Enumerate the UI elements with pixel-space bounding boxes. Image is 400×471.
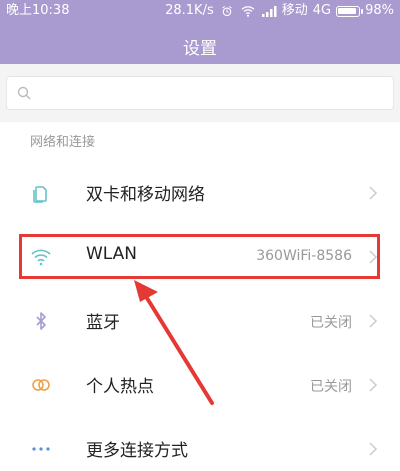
battery-icon	[336, 5, 364, 17]
setting-item-value: 360WiFi-8586	[256, 248, 352, 264]
hotspot-icon	[32, 379, 50, 391]
section-title: 网络和连接	[30, 135, 96, 150]
page-title: 设置	[183, 39, 217, 59]
setting-item-label: 蓝牙	[86, 313, 120, 333]
setting-item-bluetooth[interactable]: 蓝牙 已关闭	[0, 288, 400, 352]
status-time: 晚上10:38	[6, 3, 70, 18]
wifi-signal-icon	[241, 6, 255, 17]
setting-item-label: 更多连接方式	[86, 441, 188, 461]
bluetooth-icon	[36, 312, 46, 330]
chevron-right-icon	[369, 314, 378, 328]
alarm-icon	[221, 6, 232, 17]
status-right-group: 28.1K/s 移动 4G 98%	[165, 0, 394, 22]
setting-item-label: 个人热点	[86, 377, 154, 397]
search-icon	[17, 86, 31, 100]
search-input[interactable]	[39, 77, 379, 109]
cell-signal-icon	[261, 6, 277, 17]
chevron-right-icon	[369, 186, 378, 200]
setting-item-label: WLAN	[86, 244, 138, 264]
setting-item-hotspot[interactable]: 个人热点 已关闭	[0, 352, 400, 416]
chevron-right-icon	[369, 250, 378, 264]
setting-item-value: 已关闭	[310, 315, 352, 331]
status-bar: 晚上10:38 28.1K/s 移动 4G 98%	[0, 0, 400, 22]
search-area	[0, 64, 400, 122]
settings-list: 网络和连接 双卡和移动网络 WLAN 360WiFi-8586 蓝牙 已关闭 个…	[0, 122, 400, 471]
carrier-name: 移动	[281, 3, 308, 18]
battery-level: 98%	[365, 3, 394, 18]
setting-item-wlan[interactable]: WLAN 360WiFi-8586	[0, 224, 400, 288]
chevron-right-icon	[369, 378, 378, 392]
top-bar: 晚上10:38 28.1K/s 移动 4G 98% 设置	[0, 0, 400, 64]
sim-card-icon	[33, 186, 47, 203]
network-type: 4G	[312, 3, 332, 18]
network-speed: 28.1K/s	[165, 3, 214, 18]
search-box[interactable]	[6, 76, 394, 110]
setting-item-label: 双卡和移动网络	[86, 185, 205, 205]
setting-item-sim[interactable]: 双卡和移动网络	[0, 160, 400, 224]
wifi-icon	[31, 249, 51, 266]
setting-item-value: 已关闭	[310, 379, 352, 395]
chevron-right-icon	[369, 442, 378, 456]
more-dots-icon	[32, 447, 50, 451]
setting-item-more[interactable]: 更多连接方式	[0, 416, 400, 471]
